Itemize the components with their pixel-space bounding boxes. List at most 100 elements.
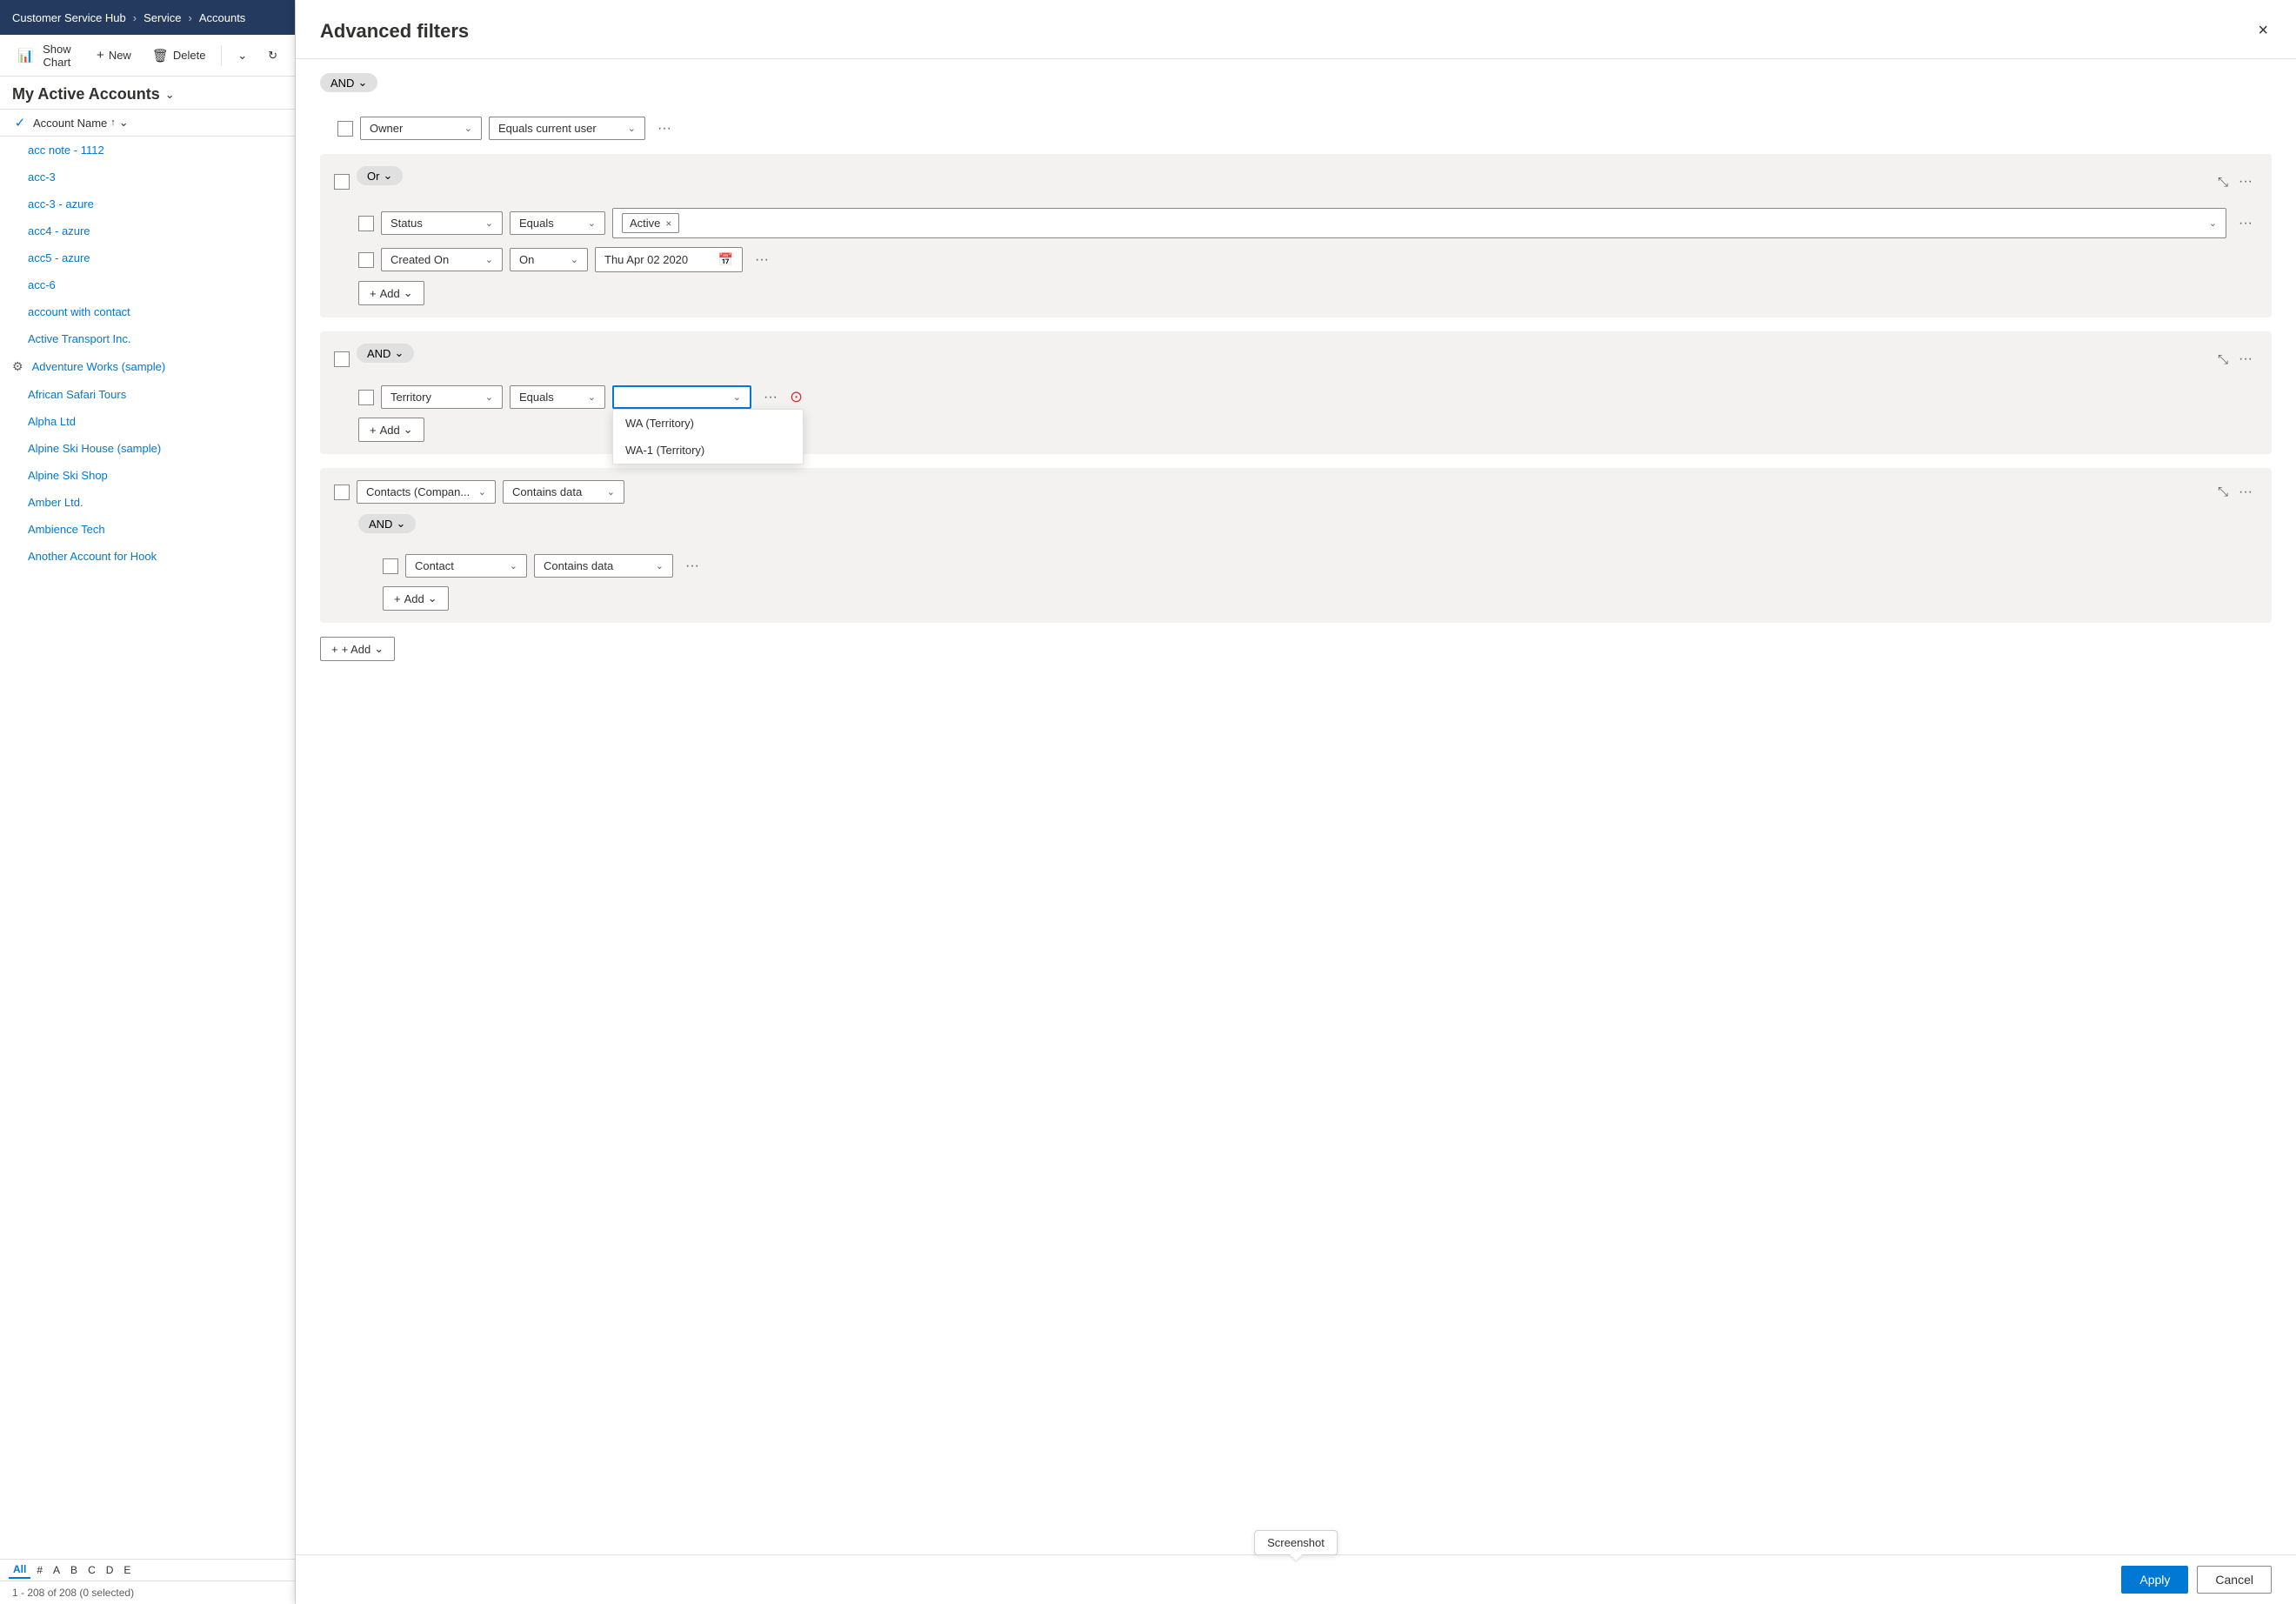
created-on-more-button[interactable]: ··· bbox=[750, 251, 774, 270]
contacts-operator-select[interactable]: Contains data ⌄ bbox=[503, 480, 624, 504]
collapse-contacts-icon[interactable]: ⤡ bbox=[2218, 485, 2228, 499]
and-operator-badge[interactable]: AND ⌄ bbox=[357, 344, 414, 363]
territory-checkbox[interactable] bbox=[358, 390, 374, 405]
account-name-col-header[interactable]: Account Name ↑ ⌄ bbox=[33, 116, 129, 130]
list-item[interactable]: Alpine Ski House (sample) bbox=[0, 435, 295, 462]
select-all-checkbox[interactable]: ✓ bbox=[12, 115, 28, 130]
contacts-inner-add-button[interactable]: + Add ⌄ bbox=[383, 586, 449, 611]
alpha-hash[interactable]: # bbox=[32, 1562, 47, 1578]
list-item[interactable]: Alpha Ltd bbox=[0, 408, 295, 435]
list-item[interactable]: African Safari Tours bbox=[0, 381, 295, 408]
list-item[interactable]: acc4 - azure bbox=[0, 217, 295, 244]
created-on-field-label: Created On bbox=[390, 253, 449, 266]
list-item[interactable]: acc-6 bbox=[0, 271, 295, 298]
top-and-label: AND bbox=[330, 77, 354, 90]
list-item[interactable]: Alpine Ski Shop bbox=[0, 462, 295, 489]
alpha-a[interactable]: A bbox=[49, 1562, 64, 1578]
or-operator-badge[interactable]: Or ⌄ bbox=[357, 166, 403, 185]
status-active-tag: Active × bbox=[622, 213, 679, 233]
owner-filter-row: Owner ⌄ Equals current user ⌄ ··· bbox=[320, 117, 2272, 140]
status-operator-select[interactable]: Equals ⌄ bbox=[510, 211, 605, 235]
or-group-header: Or ⌄ ⤡ ··· bbox=[334, 166, 2258, 197]
or-group-more-button[interactable]: ··· bbox=[2233, 172, 2258, 191]
territory-value-chevron: ⌄ bbox=[733, 391, 741, 403]
contact-checkbox[interactable] bbox=[383, 558, 398, 574]
top-and-operator[interactable]: AND ⌄ bbox=[320, 73, 377, 92]
created-on-date-value: Thu Apr 02 2020 bbox=[604, 253, 688, 266]
owner-field-label: Owner bbox=[370, 122, 403, 135]
col-filter-chevron[interactable]: ⌄ bbox=[119, 116, 129, 130]
created-on-field-select[interactable]: Created On ⌄ bbox=[381, 248, 503, 271]
cancel-button[interactable]: Cancel bbox=[2197, 1566, 2272, 1594]
owner-checkbox[interactable] bbox=[337, 121, 353, 137]
alpha-c[interactable]: C bbox=[83, 1562, 100, 1578]
screenshot-label: Screenshot bbox=[1267, 1536, 1325, 1549]
list-item[interactable]: acc5 - azure bbox=[0, 244, 295, 271]
list-item[interactable]: Ambience Tech bbox=[0, 516, 295, 543]
or-filter-group: Or ⌄ ⤡ ··· Status ⌄ Equals ⌄ bbox=[320, 154, 2272, 317]
plus-icon: + bbox=[370, 287, 377, 300]
refresh-button[interactable]: ↻ bbox=[259, 45, 286, 66]
status-more-button[interactable]: ··· bbox=[2233, 214, 2258, 233]
apply-button[interactable]: Apply bbox=[2121, 1566, 2188, 1594]
contact-field-select[interactable]: Contact ⌄ bbox=[405, 554, 527, 578]
list-item[interactable]: Another Account for Hook bbox=[0, 543, 295, 570]
owner-operator-select[interactable]: Equals current user ⌄ bbox=[489, 117, 645, 140]
root-add-button[interactable]: + + Add ⌄ bbox=[320, 637, 395, 661]
status-checkbox[interactable] bbox=[358, 216, 374, 231]
territory-operator-select[interactable]: Equals ⌄ bbox=[510, 385, 605, 409]
list-item[interactable]: account with contact bbox=[0, 298, 295, 325]
view-title-chevron[interactable]: ⌄ bbox=[165, 88, 175, 102]
and-group-more-button[interactable]: ··· bbox=[2233, 350, 2258, 369]
territory-more-button[interactable]: ··· bbox=[758, 388, 783, 407]
territory-field-select[interactable]: Territory ⌄ bbox=[381, 385, 503, 409]
plus-icon3: + bbox=[394, 592, 401, 605]
owner-more-button[interactable]: ··· bbox=[652, 119, 677, 138]
list-item[interactable]: ⚙ Adventure Works (sample) bbox=[0, 352, 295, 381]
trash-icon: 🗑 bbox=[152, 48, 169, 63]
status-value-select[interactable]: Active × ⌄ bbox=[612, 208, 2226, 238]
territory-option-wa[interactable]: WA (Territory) bbox=[613, 410, 803, 437]
collapse-and-group-icon[interactable]: ⤡ bbox=[2218, 352, 2228, 367]
contacts-field-label: Contacts (Compan... bbox=[366, 485, 470, 498]
refresh-icon: ↻ bbox=[268, 49, 277, 63]
delete-button[interactable]: 🗑 Delete bbox=[144, 44, 215, 67]
contacts-group-checkbox[interactable] bbox=[334, 485, 350, 500]
status-field-select[interactable]: Status ⌄ bbox=[381, 211, 503, 235]
or-group-add-button[interactable]: + Add ⌄ bbox=[358, 281, 424, 305]
or-operator-label: Or bbox=[367, 170, 379, 183]
list-item[interactable]: acc-3 bbox=[0, 164, 295, 190]
status-active-remove[interactable]: × bbox=[665, 217, 671, 230]
list-item[interactable]: Amber Ltd. bbox=[0, 489, 295, 516]
contact-more-button[interactable]: ··· bbox=[680, 557, 704, 576]
contacts-inner-and-badge[interactable]: AND ⌄ bbox=[358, 514, 416, 533]
list-item[interactable]: Active Transport Inc. bbox=[0, 325, 295, 352]
new-button[interactable]: + New bbox=[88, 44, 140, 66]
contacts-more-button[interactable]: ··· bbox=[2233, 483, 2258, 502]
alpha-d[interactable]: D bbox=[102, 1562, 118, 1578]
and-group-checkbox[interactable] bbox=[334, 351, 350, 367]
collapse-or-group-icon[interactable]: ⤡ bbox=[2218, 175, 2228, 190]
owner-field-select[interactable]: Owner ⌄ bbox=[360, 117, 482, 140]
list-item[interactable]: acc-3 - azure bbox=[0, 190, 295, 217]
created-on-checkbox[interactable] bbox=[358, 252, 374, 268]
show-chart-button[interactable]: 📊 Show Chart bbox=[9, 39, 84, 72]
dropdown-more-button[interactable]: ⌄ bbox=[229, 45, 256, 66]
alpha-e[interactable]: E bbox=[119, 1562, 135, 1578]
contacts-field-select[interactable]: Contacts (Compan... ⌄ bbox=[357, 480, 496, 504]
territory-value-select[interactable]: ⌄ bbox=[612, 385, 751, 409]
status-field-chevron: ⌄ bbox=[485, 217, 493, 229]
contact-operator-select[interactable]: Contains data ⌄ bbox=[534, 554, 673, 578]
territory-option-wa1[interactable]: WA-1 (Territory) bbox=[613, 437, 803, 464]
contacts-op-label: Contains data bbox=[512, 485, 582, 498]
and-group-add-button[interactable]: + Add ⌄ bbox=[358, 418, 424, 442]
or-add-label: Add bbox=[380, 287, 400, 300]
alpha-b[interactable]: B bbox=[66, 1562, 82, 1578]
modal-close-button[interactable]: × bbox=[2254, 17, 2272, 44]
created-on-operator-select[interactable]: On ⌄ bbox=[510, 248, 588, 271]
list-item[interactable]: acc note - 1112 bbox=[0, 137, 295, 164]
alpha-all[interactable]: All bbox=[9, 1561, 30, 1579]
created-on-date-input[interactable]: Thu Apr 02 2020 📅 bbox=[595, 247, 743, 272]
or-group-checkbox[interactable] bbox=[334, 174, 350, 190]
breadcrumb-sep: › bbox=[133, 11, 137, 24]
